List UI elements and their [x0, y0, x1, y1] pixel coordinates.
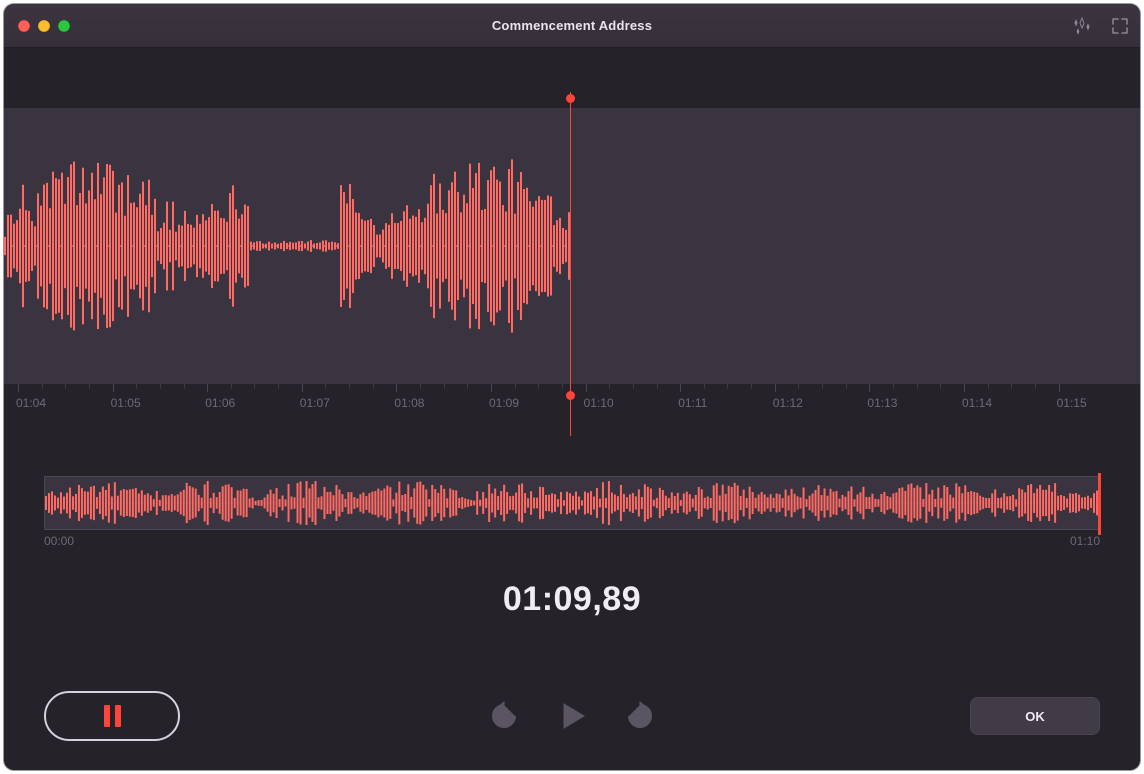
overview: 00:00 01:10: [44, 476, 1100, 546]
overview-start-time: 00:00: [44, 534, 74, 548]
window-title: Commencement Address: [4, 18, 1140, 33]
skip-back-button[interactable]: 15: [489, 701, 519, 731]
overview-strip[interactable]: [44, 476, 1100, 530]
ruler-tick: 01:09: [491, 384, 519, 424]
overview-waveform: [45, 477, 1099, 529]
waveform: [4, 108, 1140, 384]
enhance-icon[interactable]: [1072, 16, 1092, 36]
ruler-tick: 01:10: [586, 384, 614, 424]
time-ruler: 01:04 01:05 01:06 01:07 01:08 01:09 01:10 01:11…: [4, 384, 1140, 424]
ruler-tick: 01:12: [775, 384, 803, 424]
titlebar: Commencement Address: [4, 4, 1140, 48]
play-button[interactable]: [555, 699, 589, 733]
ok-button[interactable]: OK: [970, 697, 1100, 735]
current-time-display: 01:09,89: [4, 580, 1140, 619]
window-controls: [18, 20, 70, 32]
zoom-window-button[interactable]: [58, 20, 70, 32]
playback-controls: 15 15: [489, 699, 655, 733]
ruler-tick: 01:05: [113, 384, 141, 424]
overview-labels: 00:00 01:10: [44, 534, 1100, 548]
ruler-tick: 01:07: [302, 384, 330, 424]
skip-forward-button[interactable]: 15: [625, 701, 655, 731]
ruler-tick: 01:06: [207, 384, 235, 424]
ruler-tick: 01:13: [869, 384, 897, 424]
ruler-tick: 01:04: [18, 384, 46, 424]
svg-text:15: 15: [499, 712, 509, 722]
waveform-area[interactable]: 01:0401:0501:0601:0701:0801:0901:1001:11…: [4, 48, 1140, 396]
overview-position-marker[interactable]: [1098, 473, 1101, 535]
waveform-band: [4, 108, 1140, 384]
pause-icon: [104, 705, 121, 727]
ruler-tick: 01:08: [396, 384, 424, 424]
ruler-tick: 01:11: [680, 384, 707, 424]
ruler-tick: 01:15: [1059, 384, 1087, 424]
trim-icon[interactable]: [1110, 16, 1130, 36]
svg-text:15: 15: [635, 712, 645, 722]
toolbar-right: [1072, 4, 1130, 47]
controls-bar: 15 15 OK: [4, 686, 1140, 746]
app-window: Commencement Address 01:04 01:05 01:06 01:0…: [4, 4, 1140, 770]
minimize-window-button[interactable]: [38, 20, 50, 32]
close-window-button[interactable]: [18, 20, 30, 32]
overview-end-time: 01:10: [1070, 534, 1100, 548]
ruler-tick: 01:14: [964, 384, 992, 424]
pause-recording-button[interactable]: [44, 691, 180, 741]
playhead-top-dot: [566, 94, 575, 103]
